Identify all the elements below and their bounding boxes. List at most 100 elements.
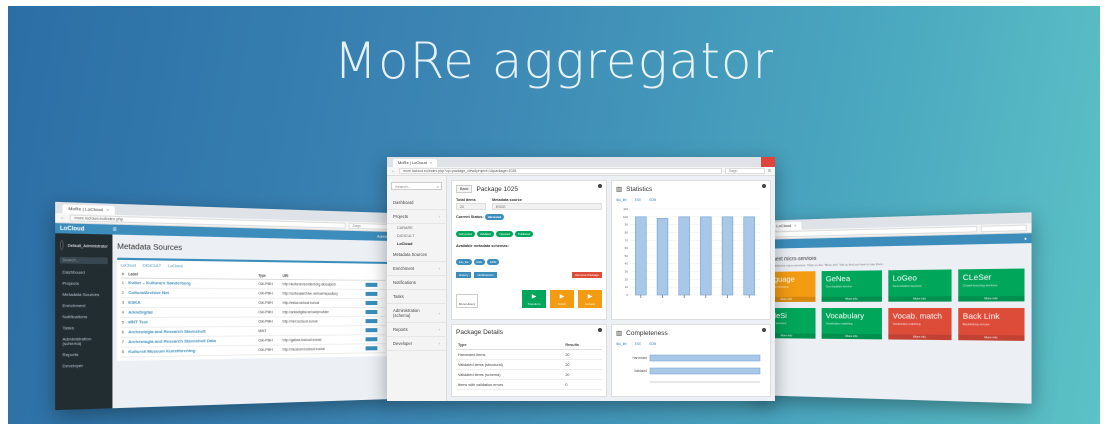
y-tick-label: 70 xyxy=(625,238,629,242)
sidebar-item[interactable]: Developer xyxy=(55,360,112,372)
sidebar-item-label: Developer xyxy=(62,363,84,369)
package-details-table: Type Results Harvested items 20 Validated … xyxy=(456,341,602,390)
service-tile[interactable]: CLeSer Crowd-sourcing services More info xyxy=(958,268,1025,302)
row-action-button[interactable] xyxy=(365,327,378,332)
sidebar-item-label: Administration (schema) xyxy=(62,336,92,347)
row-action-button[interactable] xyxy=(365,336,378,341)
panel-options-icon[interactable] xyxy=(598,328,602,332)
sidebar-item[interactable]: Projects ‹ xyxy=(387,210,446,224)
sidebar-item[interactable]: Dashboard xyxy=(387,196,446,210)
sidebar-subitem[interactable]: DIGICULT xyxy=(387,232,446,240)
more-info-link[interactable]: More info xyxy=(888,296,952,302)
sidebar-item[interactable]: Administration (schema) xyxy=(55,333,112,349)
sidebar-search-input[interactable]: Search... xyxy=(59,256,108,265)
y-tick-label: 20 xyxy=(625,277,629,281)
menu-icon[interactable]: ≡ xyxy=(768,168,771,174)
sidebar-item[interactable]: Administration (schema) ‹ xyxy=(387,304,446,323)
more-info-link[interactable]: More info xyxy=(958,334,1025,341)
subtab[interactable]: DIGICULT xyxy=(143,264,161,269)
legend-item[interactable]: ESE xyxy=(635,198,641,202)
transform-button[interactable]: ▶ Transform xyxy=(522,290,546,308)
schema-pill[interactable]: EDM xyxy=(487,259,500,265)
tile-subtitle: Crowd-sourcing services xyxy=(962,282,998,288)
enrich-button[interactable]: ▶ Enrich xyxy=(550,290,574,308)
browser-tab[interactable]: MoRe | LoCloud × xyxy=(62,204,116,215)
panel-options-icon[interactable] xyxy=(762,328,766,332)
more-info-link[interactable]: More info xyxy=(821,333,882,340)
legend-item[interactable]: lido_lite xyxy=(616,198,627,202)
sidebar: Search... ⌕ Dashboard Projects ‹ CARARE DIGIC… xyxy=(387,176,447,401)
row-label-link[interactable]: CulturalArchive Net xyxy=(127,287,258,299)
more-info-link[interactable]: More info xyxy=(958,295,1025,302)
subtab[interactable]: LoCloud xyxy=(121,263,136,268)
browser-tab[interactable]: MoRe | LoCloud × xyxy=(393,159,438,167)
schema-pill[interactable]: lido_lite xyxy=(456,259,472,265)
row-label-link[interactable]: ESKA xyxy=(127,297,258,308)
service-tile[interactable]: Vocab. match Vocabulary matching More info xyxy=(888,308,952,341)
service-tile[interactable]: Back Link Backlinking service More info xyxy=(958,308,1025,341)
close-icon[interactable]: × xyxy=(106,206,109,215)
sidebar-item[interactable]: Enrichment ‹ xyxy=(387,262,446,276)
row-action-button[interactable] xyxy=(365,318,378,323)
subtab[interactable]: LoCloud xyxy=(168,264,183,269)
back-arrow-icon[interactable]: ← xyxy=(60,214,66,221)
notifications-button[interactable]: Notifications xyxy=(474,272,497,278)
sidebar-item[interactable]: Metadata Sources xyxy=(55,289,112,300)
browser-search-input[interactable] xyxy=(980,224,1027,233)
table-row[interactable]: 3 ESKA OAI-PMH http://eska.locloud.eu/oai xyxy=(120,297,386,308)
panel-options-icon[interactable] xyxy=(762,184,766,188)
more-info-link[interactable]: More info xyxy=(821,296,882,302)
stat-bar xyxy=(656,218,669,296)
close-icon[interactable]: × xyxy=(430,159,432,167)
table-row[interactable]: 8 Kultursk Museum Kunstforening OAI-PMH htt… xyxy=(120,343,386,357)
row-action-button[interactable] xyxy=(365,291,378,296)
sidebar-item[interactable]: Dashboard xyxy=(55,267,112,279)
legend-item[interactable]: EDM xyxy=(649,198,656,202)
panel-options-icon[interactable] xyxy=(598,184,602,188)
back-button[interactable]: Back xyxy=(456,185,473,193)
close-icon[interactable]: × xyxy=(794,222,796,230)
sidebar-item[interactable]: Projects xyxy=(55,278,112,290)
url-input[interactable]: more.locloud.eu/index.php?op=package_vie… xyxy=(399,168,723,174)
legend-item[interactable]: EDM xyxy=(649,342,656,346)
browser-search-input[interactable]: Søgn xyxy=(348,222,389,230)
row-label-link[interactable]: Kultursk Museum Kunstforening xyxy=(127,345,258,357)
sidebar-item[interactable]: Enrichment xyxy=(55,300,112,311)
back-arrow-icon[interactable]: ← xyxy=(391,168,396,174)
sidebar-item[interactable]: Notifications xyxy=(387,276,446,290)
legend-item[interactable]: ESE xyxy=(635,342,641,346)
sidebar-item[interactable]: Tasks xyxy=(55,322,112,334)
package-panel: Back Package 1025 Total items 20 Metadat… xyxy=(451,180,607,320)
search-icon[interactable]: ⌕ xyxy=(437,183,439,189)
harvest-button[interactable]: ▶ Harvest xyxy=(578,290,602,308)
user-menu[interactable]: ● xyxy=(1024,236,1027,242)
sidebar-item[interactable]: Reports ‹ xyxy=(387,323,446,337)
remove-package-button[interactable]: Remove Package xyxy=(572,272,602,278)
sidebar-subitem[interactable]: LoCloud xyxy=(387,240,446,248)
sidebar-item[interactable]: Developer ‹ xyxy=(387,337,446,351)
detail-result: 20 xyxy=(563,359,602,370)
show-history-button[interactable]: Show History xyxy=(456,294,478,308)
sidebar-item-label: Enrichment xyxy=(393,266,415,271)
row-label-link[interactable]: ArkivDigital xyxy=(127,307,258,318)
app-logo[interactable]: LoCloud xyxy=(60,225,108,233)
row-action-button[interactable] xyxy=(365,300,378,305)
service-tile[interactable]: GeNea Geo-location service More info xyxy=(821,270,882,302)
service-tile[interactable]: Vocabulary Vocabulary matching More info xyxy=(821,308,882,340)
legend-item[interactable]: lido_lite xyxy=(616,342,627,346)
hamburger-icon[interactable]: ≡ xyxy=(112,226,116,233)
browser-search-input[interactable]: Søgn xyxy=(725,168,766,174)
service-tile[interactable]: LoGeo Geo-location services More info xyxy=(888,269,952,302)
sidebar-subitem[interactable]: CARARE xyxy=(387,224,446,232)
history-button[interactable]: History xyxy=(456,272,472,278)
window-close-button[interactable] xyxy=(761,157,775,167)
row-action-button[interactable] xyxy=(365,309,378,314)
sidebar-item[interactable]: Notifications xyxy=(55,311,112,322)
schema-pill[interactable]: ESE xyxy=(473,259,486,265)
sidebar-item[interactable]: Tasks xyxy=(387,290,446,304)
sidebar-item[interactable]: Metadata Sources xyxy=(387,248,446,262)
row-action-button[interactable] xyxy=(365,345,378,350)
row-action-button[interactable] xyxy=(365,282,378,287)
sidebar-search-input[interactable]: Search... ⌕ xyxy=(391,182,442,190)
more-info-link[interactable]: More info xyxy=(888,334,952,341)
